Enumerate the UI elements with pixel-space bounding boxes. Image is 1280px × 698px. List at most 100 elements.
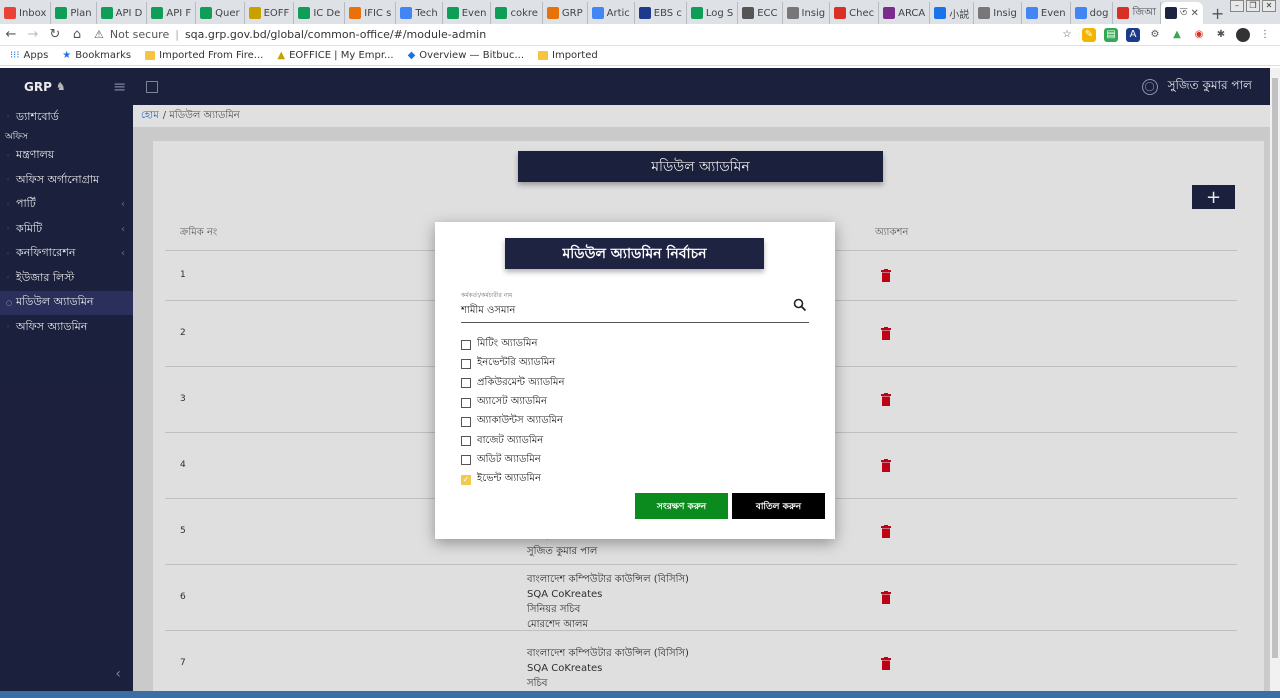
browser-tab[interactable]: Insig [974,2,1022,24]
browser-tab[interactable]: EOFF [245,2,295,24]
browser-tab[interactable]: Even [443,2,492,24]
module-checkbox-row[interactable]: অ্যাসেট অ্যাডমিন [461,393,564,412]
dialog-title: মডিউল অ্যাডমিন নির্বাচন [505,238,764,269]
tab-label: Even [461,7,487,19]
search-icon[interactable] [793,298,807,312]
save-button[interactable]: সংরক্ষণ করুন [635,493,728,519]
new-tab-button[interactable]: + [1203,2,1232,24]
close-window-icon[interactable]: ✕ [1262,0,1276,12]
browser-tab[interactable]: Inbox [0,2,52,24]
menu-icon[interactable]: ⋮ [1258,28,1272,42]
browser-tab[interactable]: dog [1071,2,1114,24]
extension-icon[interactable]: ⚙ [1148,28,1162,42]
address-bar: ← → ↻ ⌂ ⚠ Not secure | sqa.grp.gov.bd/gl… [0,24,1280,46]
forward-icon[interactable]: → [22,27,44,42]
tab-label: Even [1040,7,1066,19]
tab-label: ত [1179,6,1188,18]
bookmarks-bar: ⁝⁝⁝ Apps ★ Bookmarks Imported From Fire...… [0,46,1280,66]
bookmark-bookmarks[interactable]: ★ Bookmarks [62,50,131,61]
checkbox[interactable] [461,416,471,427]
checkbox[interactable] [461,436,471,447]
browser-tab[interactable]: ECC [738,2,783,24]
browser-tab[interactable]: GRP [543,2,588,24]
checkbox[interactable] [461,455,471,466]
browser-tab-strip: Inbox Plan API D API F Quer EOFF IC De IFIC s Te… [0,0,1280,24]
window-controls: – ❐ ✕ [1230,0,1276,12]
puzzle-icon[interactable]: ✱ [1214,28,1228,42]
tab-label: API F [166,7,192,19]
browser-tab[interactable]: Tech [396,2,443,24]
checkbox[interactable] [461,397,471,408]
tab-favicon-icon [1074,7,1087,19]
tab-favicon-icon [200,7,213,19]
eoffice-icon: ▲ [277,50,286,61]
browser-tab[interactable]: cokre [491,2,543,24]
restore-icon[interactable]: ❐ [1246,0,1260,12]
browser-tab[interactable]: EBS c [635,2,687,24]
profile-avatar[interactable] [1236,27,1250,42]
browser-tab[interactable]: Chec [830,2,880,24]
module-checkbox-row[interactable]: প্রকিউরমেন্ট অ্যাডমিন [461,374,564,393]
tab-label: EOFF [263,7,290,19]
tab-favicon-icon [400,7,413,19]
browser-tab[interactable]: Artic [588,2,635,24]
browser-tab[interactable]: ARCA [879,2,931,24]
employee-name-field[interactable]: কর্মকর্তা/কর্মচারীর নাম শামীম ওসমান [461,290,809,323]
tab-label: IC De [313,7,341,19]
browser-tab[interactable]: 小説 [930,2,975,24]
star-icon[interactable]: ☆ [1060,28,1074,42]
module-checkbox-row[interactable]: ✓ ইভেন্ট অ্যাডমিন [461,470,564,489]
close-tab-icon[interactable]: ✕ [1190,8,1198,19]
back-icon[interactable]: ← [0,27,22,42]
tab-favicon-icon [742,7,755,19]
module-checkbox-row[interactable]: অডিট অ্যাডমিন [461,451,564,470]
module-checkbox-row[interactable]: মিটিং অ্যাডমিন [461,335,564,354]
browser-tab[interactable]: API F [147,2,197,24]
browser-tab[interactable]: Even [1022,2,1071,24]
bookmark-eoffice[interactable]: ▲ EOFFICE | My Empr... [277,50,393,61]
folder-icon [145,51,156,60]
bookmark-apps[interactable]: ⁝⁝⁝ Apps [10,50,48,61]
extension-icon[interactable]: ▲ [1170,28,1184,42]
tab-favicon-icon [690,7,703,19]
browser-tab[interactable]: Log S [687,2,739,24]
browser-tab[interactable]: Quer [196,2,245,24]
folder-icon [538,51,549,60]
reload-icon[interactable]: ↻ [44,27,66,42]
browser-tab[interactable]: API D [97,2,148,24]
browser-tab[interactable]: ত ✕ [1160,2,1203,24]
browser-tab[interactable]: IC De [294,2,346,24]
tab-label: API D [115,7,143,19]
home-icon[interactable]: ⌂ [66,27,88,42]
extension-icon[interactable]: ✎ [1082,27,1096,42]
extension-icon[interactable]: ◉ [1192,28,1206,42]
page-scrollbar[interactable] [1270,68,1280,698]
scrollbar-thumb[interactable] [1272,78,1278,658]
extension-icon[interactable]: ▤ [1104,27,1118,42]
bookmark-bitbucket[interactable]: ◆ Overview — Bitbuc... [408,50,524,61]
tab-favicon-icon [591,7,604,19]
checkbox-label: প্রকিউরমেন্ট অ্যাডমিন [477,376,565,388]
bookmark-imported[interactable]: Imported [538,50,598,61]
browser-tab[interactable]: Plan [51,2,97,24]
browser-tab[interactable]: IFIC s [345,2,397,24]
tab-favicon-icon [786,7,799,19]
url-field[interactable]: ⚠ Not secure | sqa.grp.gov.bd/global/com… [94,28,1060,41]
checkbox[interactable] [461,339,471,350]
module-checkbox-row[interactable]: ইনভেন্টরি অ্যাডমিন [461,354,564,373]
module-checkbox-row[interactable]: বাজেট অ্যাডমিন [461,431,564,450]
cancel-button[interactable]: বাতিল করুন [732,493,825,519]
tab-favicon-icon [546,7,559,19]
minimize-icon[interactable]: – [1230,0,1244,12]
bookmark-imported-firefox[interactable]: Imported From Fire... [145,50,263,61]
extension-icon[interactable]: A [1126,27,1140,42]
checkbox[interactable] [461,358,471,369]
tab-favicon-icon [55,7,68,19]
module-admin-dialog: মডিউল অ্যাডমিন নির্বাচন কর্মকর্তা/কর্মচা… [435,222,835,539]
checkbox[interactable] [461,378,471,389]
checkbox[interactable]: ✓ [461,474,471,485]
browser-tab[interactable]: জিআ [1113,2,1161,24]
module-checkbox-row[interactable]: অ্যাকাউন্টস অ্যাডমিন [461,412,564,431]
checkbox-label: বাজেট অ্যাডমিন [477,434,544,446]
browser-tab[interactable]: Insig [783,2,831,24]
